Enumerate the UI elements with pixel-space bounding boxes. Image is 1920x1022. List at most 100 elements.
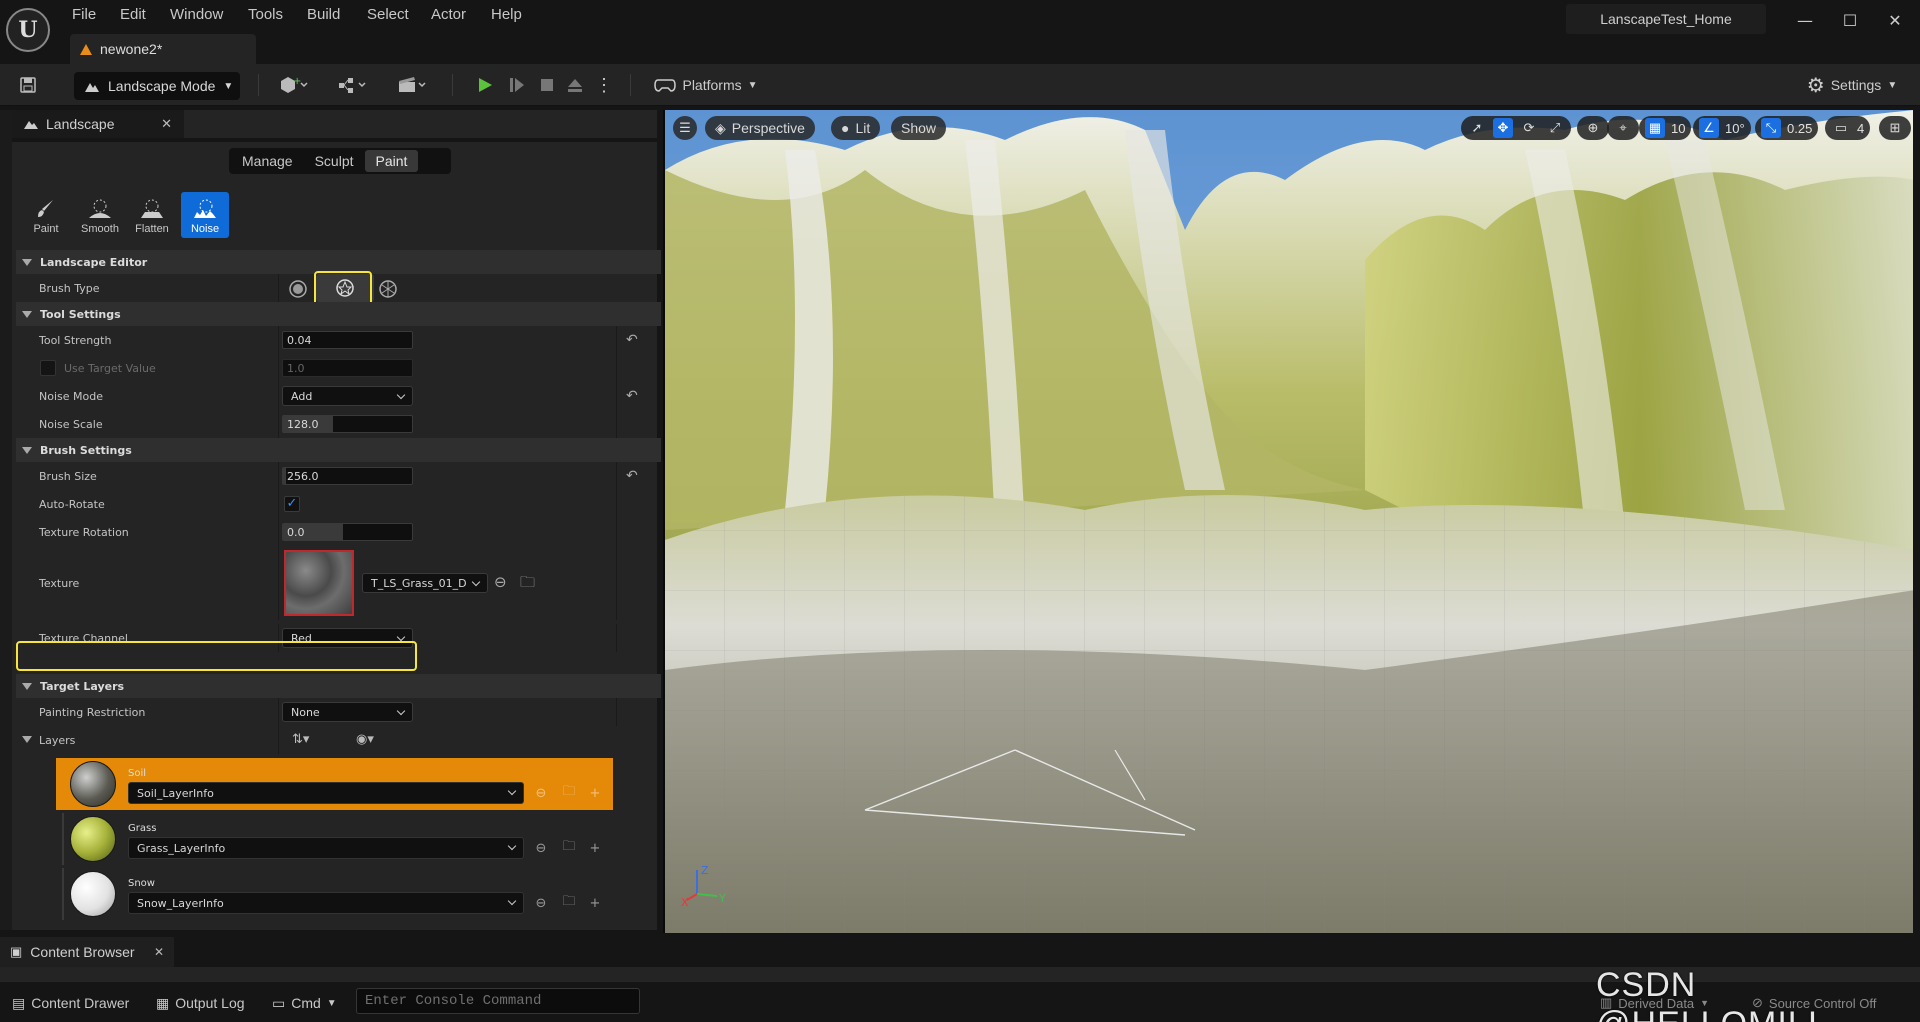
content-browser-tab[interactable]: ▣ Content Browser ✕ bbox=[0, 937, 174, 967]
viewport-layout-group: ⊞ bbox=[1879, 116, 1911, 140]
section-target-layers[interactable]: Target Layers bbox=[16, 674, 661, 698]
browse-folder-icon[interactable]: 🗀 bbox=[520, 572, 535, 597]
grass-layerinfo-dropdown[interactable]: Grass_LayerInfo bbox=[128, 837, 524, 859]
show-button[interactable]: Show bbox=[891, 116, 947, 140]
browse-folder-icon[interactable]: 🗀 bbox=[560, 839, 578, 856]
eject-icon[interactable] bbox=[562, 71, 588, 99]
stop-icon[interactable] bbox=[534, 71, 560, 99]
menu-help[interactable]: Help bbox=[491, 6, 522, 26]
rotation-snap-value: 10° bbox=[1725, 120, 1745, 136]
use-target-checkbox[interactable] bbox=[40, 360, 56, 376]
translate-icon[interactable]: ✥ bbox=[1493, 118, 1513, 138]
reset-arrow-icon[interactable]: ↶ bbox=[626, 332, 642, 348]
maximize-icon[interactable]: ☐ bbox=[1835, 8, 1865, 32]
painting-restriction-dropdown[interactable]: None bbox=[282, 702, 413, 722]
lit-button[interactable]: ● Lit bbox=[831, 116, 881, 140]
landscape-panel-tab[interactable]: Landscape ✕ bbox=[12, 110, 184, 138]
more-options-icon[interactable]: ⋮ bbox=[592, 71, 616, 99]
cmd-dropdown[interactable]: ▭ Cmd ▼ bbox=[272, 990, 337, 1016]
menu-actor[interactable]: Actor bbox=[431, 6, 466, 26]
section-tool-settings-label: Tool Settings bbox=[40, 307, 121, 321]
noise-mode-dropdown[interactable]: Add bbox=[282, 386, 413, 406]
texture-asset-dropdown[interactable]: T_LS_Grass_01_D bbox=[362, 573, 488, 593]
output-log-button[interactable]: ▦ Output Log bbox=[156, 990, 245, 1016]
platforms-dropdown[interactable]: Platforms ▼ bbox=[648, 71, 764, 99]
hamburger-menu-icon[interactable]: ☰ bbox=[673, 116, 697, 140]
snow-layerinfo-dropdown[interactable]: Snow_LayerInfo bbox=[128, 892, 524, 914]
close-window-icon[interactable]: ✕ bbox=[1880, 8, 1910, 32]
mode-paint-button[interactable]: Paint bbox=[364, 150, 419, 172]
camera-speed-group[interactable]: ▭ 4 bbox=[1825, 116, 1871, 140]
globe-icon[interactable]: ⊕ bbox=[1583, 118, 1603, 138]
level-viewport[interactable]: ☰ ◈ Perspective ● Lit Show ➚ ✥ ⟳ ⤢ ⊕ ⌖ ▦… bbox=[663, 110, 1913, 933]
use-selected-asset-icon[interactable]: ⊖ bbox=[532, 785, 550, 801]
browse-folder-icon[interactable]: 🗀 bbox=[560, 784, 578, 801]
browse-folder-icon[interactable]: 🗀 bbox=[560, 894, 578, 911]
rotation-snap-group[interactable]: ∠ 10° bbox=[1693, 116, 1751, 140]
minimize-icon[interactable]: — bbox=[1790, 8, 1820, 32]
section-tool-settings[interactable]: Tool Settings bbox=[16, 302, 661, 326]
section-brush-settings[interactable]: Brush Settings bbox=[16, 438, 661, 462]
layer-row-snow[interactable]: Snow Snow_LayerInfo ⊖ 🗀 + bbox=[56, 868, 613, 920]
layer-row-grass[interactable]: Grass Grass_LayerInfo ⊖ 🗀 + bbox=[56, 813, 613, 865]
menu-file[interactable]: File bbox=[72, 6, 96, 26]
menu-build[interactable]: Build bbox=[307, 6, 340, 26]
tool-smooth-button[interactable]: Smooth bbox=[76, 192, 124, 238]
rotate-icon[interactable]: ⟳ bbox=[1519, 118, 1539, 138]
blueprint-icon[interactable] bbox=[330, 71, 374, 99]
use-selected-asset-icon[interactable]: ⊖ bbox=[532, 895, 550, 911]
close-tab-icon[interactable]: ✕ bbox=[161, 116, 172, 132]
layer-sort-icon[interactable]: ⇅▾ bbox=[292, 732, 309, 747]
toolbar-divider bbox=[630, 74, 631, 96]
document-tab[interactable]: newone2* bbox=[70, 34, 256, 64]
scale-snap-group[interactable]: ⤡ 0.25 bbox=[1755, 116, 1819, 140]
reset-arrow-icon[interactable]: ↶ bbox=[626, 468, 642, 484]
add-layer-icon[interactable]: + bbox=[586, 840, 604, 856]
menu-edit[interactable]: Edit bbox=[120, 6, 146, 26]
landscape-mode-dropdown[interactable]: Landscape Mode ▼ bbox=[74, 72, 240, 100]
perspective-button[interactable]: ◈ Perspective bbox=[705, 116, 815, 140]
auto-rotate-checkbox[interactable]: ✓ bbox=[284, 496, 300, 512]
menu-select[interactable]: Select bbox=[367, 6, 409, 26]
tool-paint-button[interactable]: Paint bbox=[22, 192, 70, 238]
close-tab-icon[interactable]: ✕ bbox=[154, 945, 164, 959]
step-icon[interactable] bbox=[504, 71, 530, 99]
use-selected-asset-icon[interactable]: ⊖ bbox=[532, 840, 550, 856]
grid-snap-group[interactable]: ▦ 10 bbox=[1639, 116, 1692, 140]
scale-icon[interactable]: ⤢ bbox=[1545, 118, 1565, 138]
texture-thumbnail[interactable] bbox=[284, 550, 354, 616]
add-layer-icon[interactable]: + bbox=[586, 785, 604, 801]
mode-sculpt-button[interactable]: Sculpt bbox=[304, 150, 365, 172]
brush-size-input[interactable]: 256.0 bbox=[282, 467, 413, 485]
settings-dropdown[interactable]: ⚙ Settings ▼ bbox=[1800, 71, 1904, 99]
texture-rotation-input[interactable]: 0.0 bbox=[282, 523, 413, 541]
mode-manage-button[interactable]: Manage bbox=[231, 150, 304, 172]
content-drawer-button[interactable]: ▤ Content Drawer bbox=[12, 990, 129, 1016]
add-actor-icon[interactable]: + bbox=[272, 71, 316, 99]
console-command-input[interactable]: Enter Console Command bbox=[356, 988, 640, 1014]
reset-arrow-icon[interactable]: ↶ bbox=[626, 388, 642, 404]
save-icon[interactable] bbox=[14, 71, 42, 99]
viewport-layout-icon[interactable]: ⊞ bbox=[1885, 118, 1905, 138]
soil-layerinfo-dropdown[interactable]: Soil_LayerInfo bbox=[128, 782, 524, 804]
cinematics-icon[interactable] bbox=[390, 71, 434, 99]
select-cursor-icon[interactable]: ➚ bbox=[1467, 118, 1487, 138]
layer-row-soil[interactable]: Soil Soil_LayerInfo ⊖ 🗀 + bbox=[56, 758, 613, 810]
row-noise-scale: Noise Scale 128.0 bbox=[16, 410, 661, 438]
brush-pattern-icon[interactable] bbox=[378, 279, 398, 299]
noise-scale-input[interactable]: 128.0 bbox=[282, 415, 413, 433]
add-layer-icon[interactable]: + bbox=[586, 895, 604, 911]
menu-tools[interactable]: Tools bbox=[248, 6, 283, 26]
tool-noise-button[interactable]: Noise bbox=[181, 192, 229, 238]
play-icon[interactable] bbox=[472, 71, 498, 99]
main-toolbar: Landscape Mode ▼ + ⋮ Platforms ▼ ⚙ Setti… bbox=[0, 64, 1920, 106]
tool-flatten-button[interactable]: Flatten bbox=[128, 192, 176, 238]
use-selected-asset-icon[interactable]: ⊖ bbox=[494, 573, 507, 591]
brush-circle-icon[interactable] bbox=[288, 279, 308, 299]
collapse-caret-icon[interactable] bbox=[22, 736, 32, 743]
surface-snap-icon[interactable]: ⌖ bbox=[1613, 118, 1633, 138]
layer-visibility-icon[interactable]: ◉▾ bbox=[356, 732, 374, 747]
menu-window[interactable]: Window bbox=[170, 6, 223, 26]
tool-strength-input[interactable]: 0.04 bbox=[282, 331, 413, 349]
unreal-logo-icon[interactable]: U bbox=[6, 8, 50, 52]
